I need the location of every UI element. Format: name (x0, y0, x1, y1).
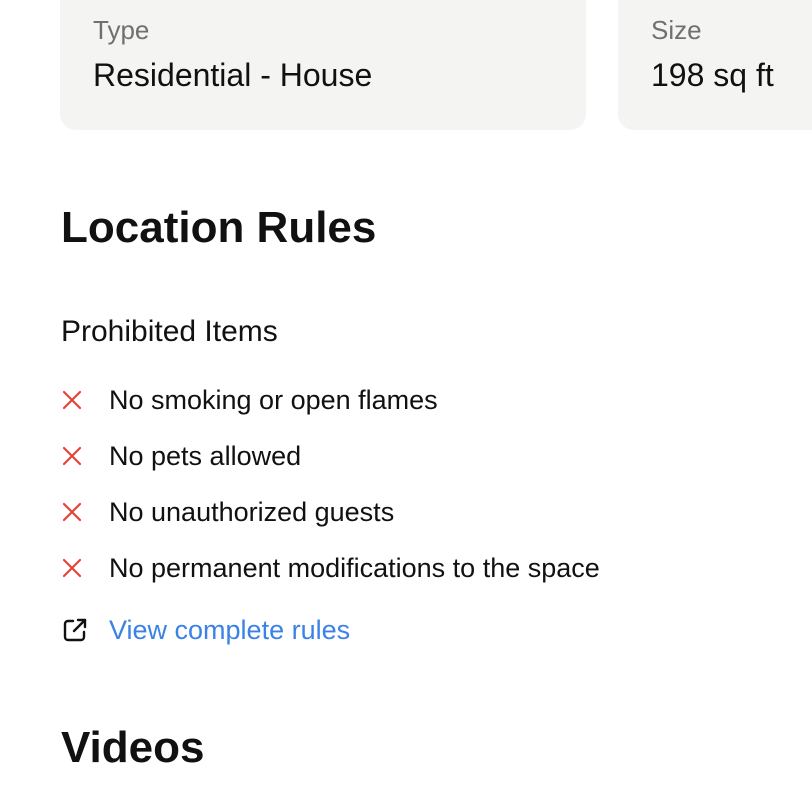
x-icon (61, 550, 91, 586)
external-link-icon (61, 612, 91, 648)
rule-text: No permanent modifications to the space (109, 553, 600, 583)
prohibited-items-title: Prohibited Items (61, 315, 278, 348)
view-complete-rules-link[interactable]: View complete rules (61, 612, 350, 648)
list-item: No smoking or open flames (61, 372, 600, 428)
size-card: Size 198 sq ft (618, 0, 812, 130)
location-rules-title: Location Rules (61, 203, 377, 252)
prohibited-items-list: No smoking or open flames No pets allowe… (61, 372, 600, 596)
videos-title: Videos (61, 723, 205, 772)
type-label: Type (93, 15, 150, 45)
list-item: No permanent modifications to the space (61, 540, 600, 596)
size-value: 198 sq ft (651, 57, 774, 93)
x-icon (61, 382, 91, 418)
rule-text: No pets allowed (109, 441, 302, 471)
list-item: No unauthorized guests (61, 484, 600, 540)
type-card: Type Residential - House (60, 0, 586, 130)
list-item: No pets allowed (61, 428, 600, 484)
x-icon (61, 494, 91, 530)
size-label: Size (651, 15, 702, 45)
view-complete-rules-label: View complete rules (109, 615, 351, 645)
rule-text: No unauthorized guests (109, 497, 395, 527)
x-icon (61, 438, 91, 474)
rule-text: No smoking or open flames (109, 385, 438, 415)
type-value: Residential - House (93, 57, 373, 93)
